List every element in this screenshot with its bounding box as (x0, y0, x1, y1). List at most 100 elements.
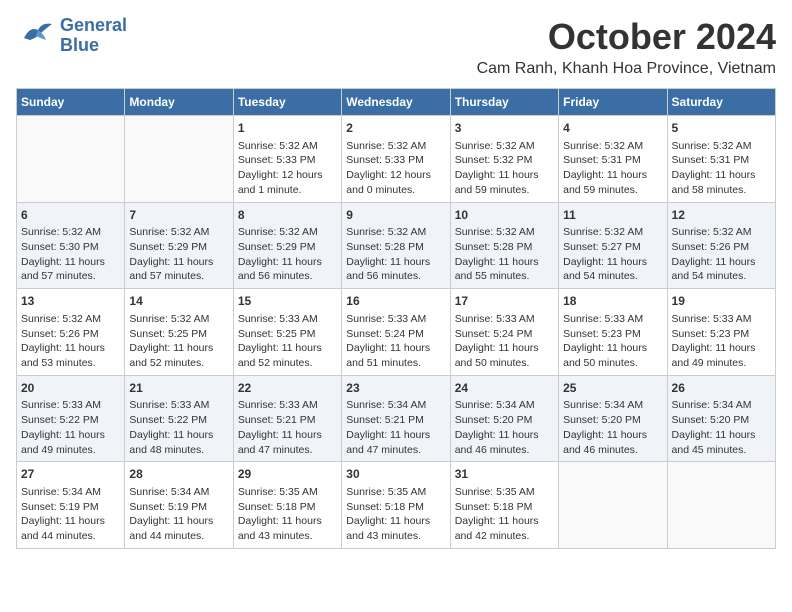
day-info: Sunrise: 5:34 AMSunset: 5:20 PMDaylight:… (563, 398, 662, 457)
weekday-header: Wednesday (342, 89, 450, 116)
day-number: 31 (455, 466, 554, 483)
calendar-cell: 12Sunrise: 5:32 AMSunset: 5:26 PMDayligh… (667, 202, 775, 289)
calendar-cell: 24Sunrise: 5:34 AMSunset: 5:20 PMDayligh… (450, 375, 558, 462)
day-info: Sunrise: 5:32 AMSunset: 5:31 PMDaylight:… (672, 139, 771, 198)
calendar-cell: 14 Sunrise: 5:32 AMSunset: 5:25 PMDayligh… (125, 289, 233, 376)
weekday-header: Sunday (17, 89, 125, 116)
calendar-cell (125, 116, 233, 203)
day-number: 10 (455, 207, 554, 224)
day-number: 13 (21, 293, 120, 310)
day-info: Sunrise: 5:32 AMSunset: 5:28 PMDaylight:… (346, 225, 445, 284)
month-title: October 2024 (477, 16, 776, 58)
day-info: Sunrise: 5:32 AMSunset: 5:27 PMDaylight:… (563, 225, 662, 284)
calendar-cell: 20Sunrise: 5:33 AMSunset: 5:22 PMDayligh… (17, 375, 125, 462)
calendar-cell: 11Sunrise: 5:32 AMSunset: 5:27 PMDayligh… (559, 202, 667, 289)
day-info: Sunrise: 5:32 AMSunset: 5:33 PMDaylight:… (346, 139, 445, 198)
location-title: Cam Ranh, Khanh Hoa Province, Vietnam (477, 60, 776, 78)
calendar-cell: 29 Sunrise: 5:35 AMSunset: 5:18 PMDayligh… (233, 462, 341, 549)
day-number: 4 (563, 120, 662, 137)
day-info: Sunrise: 5:32 AMSunset: 5:28 PMDaylight:… (455, 225, 554, 284)
calendar-cell: 27 Sunrise: 5:34 AMSunset: 5:19 PMDayligh… (17, 462, 125, 549)
day-info: Sunrise: 5:34 AMSunset: 5:21 PMDaylight:… (346, 398, 445, 457)
calendar-cell: 23Sunrise: 5:34 AMSunset: 5:21 PMDayligh… (342, 375, 450, 462)
day-number: 2 (346, 120, 445, 137)
day-info: Sunrise: 5:32 AMSunset: 5:29 PMDaylight:… (238, 225, 337, 284)
day-number: 21 (129, 380, 228, 397)
day-info: Sunrise: 5:34 AMSunset: 5:19 PMDaylight:… (21, 485, 120, 544)
calendar-cell: 7Sunrise: 5:32 AMSunset: 5:29 PMDaylight… (125, 202, 233, 289)
day-number: 12 (672, 207, 771, 224)
day-number: 11 (563, 207, 662, 224)
calendar-week-row: 13 Sunrise: 5:32 AMSunset: 5:26 PMDayligh… (17, 289, 776, 376)
calendar-cell: 4 Sunrise: 5:32 AMSunset: 5:31 PMDaylight… (559, 116, 667, 203)
day-number: 6 (21, 207, 120, 224)
calendar-cell: 8Sunrise: 5:32 AMSunset: 5:29 PMDaylight… (233, 202, 341, 289)
calendar-cell (559, 462, 667, 549)
page-header: General Blue October 2024 Cam Ranh, Khan… (16, 16, 776, 78)
day-info: Sunrise: 5:33 AMSunset: 5:25 PMDaylight:… (238, 312, 337, 371)
day-info: Sunrise: 5:33 AMSunset: 5:23 PMDaylight:… (672, 312, 771, 371)
day-info: Sunrise: 5:32 AMSunset: 5:26 PMDaylight:… (672, 225, 771, 284)
calendar-cell: 22Sunrise: 5:33 AMSunset: 5:21 PMDayligh… (233, 375, 341, 462)
day-number: 24 (455, 380, 554, 397)
calendar-cell: 15Sunrise: 5:33 AMSunset: 5:25 PMDayligh… (233, 289, 341, 376)
day-info: Sunrise: 5:34 AMSunset: 5:20 PMDaylight:… (672, 398, 771, 457)
day-number: 22 (238, 380, 337, 397)
calendar-cell: 5 Sunrise: 5:32 AMSunset: 5:31 PMDaylight… (667, 116, 775, 203)
day-number: 28 (129, 466, 228, 483)
day-number: 20 (21, 380, 120, 397)
calendar-cell: 16Sunrise: 5:33 AMSunset: 5:24 PMDayligh… (342, 289, 450, 376)
day-info: Sunrise: 5:32 AMSunset: 5:30 PMDaylight:… (21, 225, 120, 284)
day-info: Sunrise: 5:32 AMSunset: 5:25 PMDaylight:… (129, 312, 228, 371)
calendar-week-row: 1Sunrise: 5:32 AMSunset: 5:33 PMDaylight… (17, 116, 776, 203)
calendar-cell: 30Sunrise: 5:35 AMSunset: 5:18 PMDayligh… (342, 462, 450, 549)
day-number: 19 (672, 293, 771, 310)
calendar-cell (17, 116, 125, 203)
weekday-header: Monday (125, 89, 233, 116)
day-info: Sunrise: 5:32 AMSunset: 5:32 PMDaylight:… (455, 139, 554, 198)
weekday-header: Saturday (667, 89, 775, 116)
calendar-header-row: SundayMondayTuesdayWednesdayThursdayFrid… (17, 89, 776, 116)
calendar-cell: 6Sunrise: 5:32 AMSunset: 5:30 PMDaylight… (17, 202, 125, 289)
day-number: 16 (346, 293, 445, 310)
day-info: Sunrise: 5:35 AMSunset: 5:18 PMDaylight:… (238, 485, 337, 544)
calendar-cell: 26Sunrise: 5:34 AMSunset: 5:20 PMDayligh… (667, 375, 775, 462)
calendar-cell: 1Sunrise: 5:32 AMSunset: 5:33 PMDaylight… (233, 116, 341, 203)
calendar-cell: 25Sunrise: 5:34 AMSunset: 5:20 PMDayligh… (559, 375, 667, 462)
day-info: Sunrise: 5:35 AMSunset: 5:18 PMDaylight:… (346, 485, 445, 544)
day-number: 7 (129, 207, 228, 224)
day-number: 29 (238, 466, 337, 483)
calendar-table: SundayMondayTuesdayWednesdayThursdayFrid… (16, 88, 776, 549)
calendar-cell (667, 462, 775, 549)
calendar-week-row: 20Sunrise: 5:33 AMSunset: 5:22 PMDayligh… (17, 375, 776, 462)
day-number: 14 (129, 293, 228, 310)
day-number: 3 (455, 120, 554, 137)
logo-icon (16, 16, 56, 56)
day-info: Sunrise: 5:33 AMSunset: 5:24 PMDaylight:… (455, 312, 554, 371)
day-info: Sunrise: 5:33 AMSunset: 5:22 PMDaylight:… (21, 398, 120, 457)
weekday-header: Friday (559, 89, 667, 116)
calendar-cell: 9Sunrise: 5:32 AMSunset: 5:28 PMDaylight… (342, 202, 450, 289)
day-info: Sunrise: 5:35 AMSunset: 5:18 PMDaylight:… (455, 485, 554, 544)
calendar-week-row: 6Sunrise: 5:32 AMSunset: 5:30 PMDaylight… (17, 202, 776, 289)
day-info: Sunrise: 5:32 AMSunset: 5:26 PMDaylight:… (21, 312, 120, 371)
weekday-header: Thursday (450, 89, 558, 116)
calendar-cell: 28 Sunrise: 5:34 AMSunset: 5:19 PMDayligh… (125, 462, 233, 549)
day-info: Sunrise: 5:32 AMSunset: 5:31 PMDaylight:… (563, 139, 662, 198)
calendar-cell: 2 Sunrise: 5:32 AMSunset: 5:33 PMDaylight… (342, 116, 450, 203)
calendar-week-row: 27 Sunrise: 5:34 AMSunset: 5:19 PMDayligh… (17, 462, 776, 549)
calendar-cell: 3 Sunrise: 5:32 AMSunset: 5:32 PMDaylight… (450, 116, 558, 203)
calendar-cell: 17 Sunrise: 5:33 AMSunset: 5:24 PMDayligh… (450, 289, 558, 376)
calendar-cell: 10Sunrise: 5:32 AMSunset: 5:28 PMDayligh… (450, 202, 558, 289)
calendar-cell: 18Sunrise: 5:33 AMSunset: 5:23 PMDayligh… (559, 289, 667, 376)
day-number: 27 (21, 466, 120, 483)
day-number: 17 (455, 293, 554, 310)
day-number: 26 (672, 380, 771, 397)
calendar-cell: 19 Sunrise: 5:33 AMSunset: 5:23 PMDayligh… (667, 289, 775, 376)
day-number: 5 (672, 120, 771, 137)
day-info: Sunrise: 5:33 AMSunset: 5:21 PMDaylight:… (238, 398, 337, 457)
calendar-cell: 31 Sunrise: 5:35 AMSunset: 5:18 PMDayligh… (450, 462, 558, 549)
calendar-cell: 21Sunrise: 5:33 AMSunset: 5:22 PMDayligh… (125, 375, 233, 462)
weekday-header: Tuesday (233, 89, 341, 116)
day-info: Sunrise: 5:34 AMSunset: 5:19 PMDaylight:… (129, 485, 228, 544)
